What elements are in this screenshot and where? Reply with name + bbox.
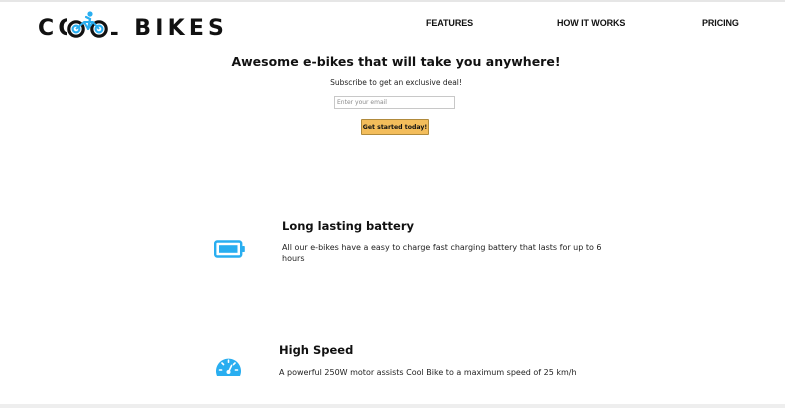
battery-icon xyxy=(214,240,245,258)
hero-subtitle: Subscribe to get an exclusive deal! xyxy=(330,78,462,87)
speedometer-icon xyxy=(216,358,241,376)
nav-features[interactable]: FEATURES xyxy=(426,18,473,28)
email-input[interactable] xyxy=(334,96,455,109)
get-started-button[interactable]: Get started today! xyxy=(361,119,429,135)
logo[interactable]: COOL BIKES xyxy=(38,10,228,41)
top-border xyxy=(0,0,785,2)
bottom-border xyxy=(0,404,785,408)
nav-how-it-works[interactable]: HOW IT WORKS xyxy=(557,18,625,28)
feature-title: High Speed xyxy=(279,343,354,357)
nav-pricing[interactable]: PRICING xyxy=(702,18,739,28)
bicycle-rider-icon xyxy=(67,11,111,40)
feature-description: A powerful 250W motor assists Cool Bike … xyxy=(279,368,577,377)
hero-title: Awesome e-bikes that will take you anywh… xyxy=(231,54,561,69)
feature-title: Long lasting battery xyxy=(282,219,415,233)
feature-description: All our e-bikes have a easy to charge fa… xyxy=(282,243,602,263)
